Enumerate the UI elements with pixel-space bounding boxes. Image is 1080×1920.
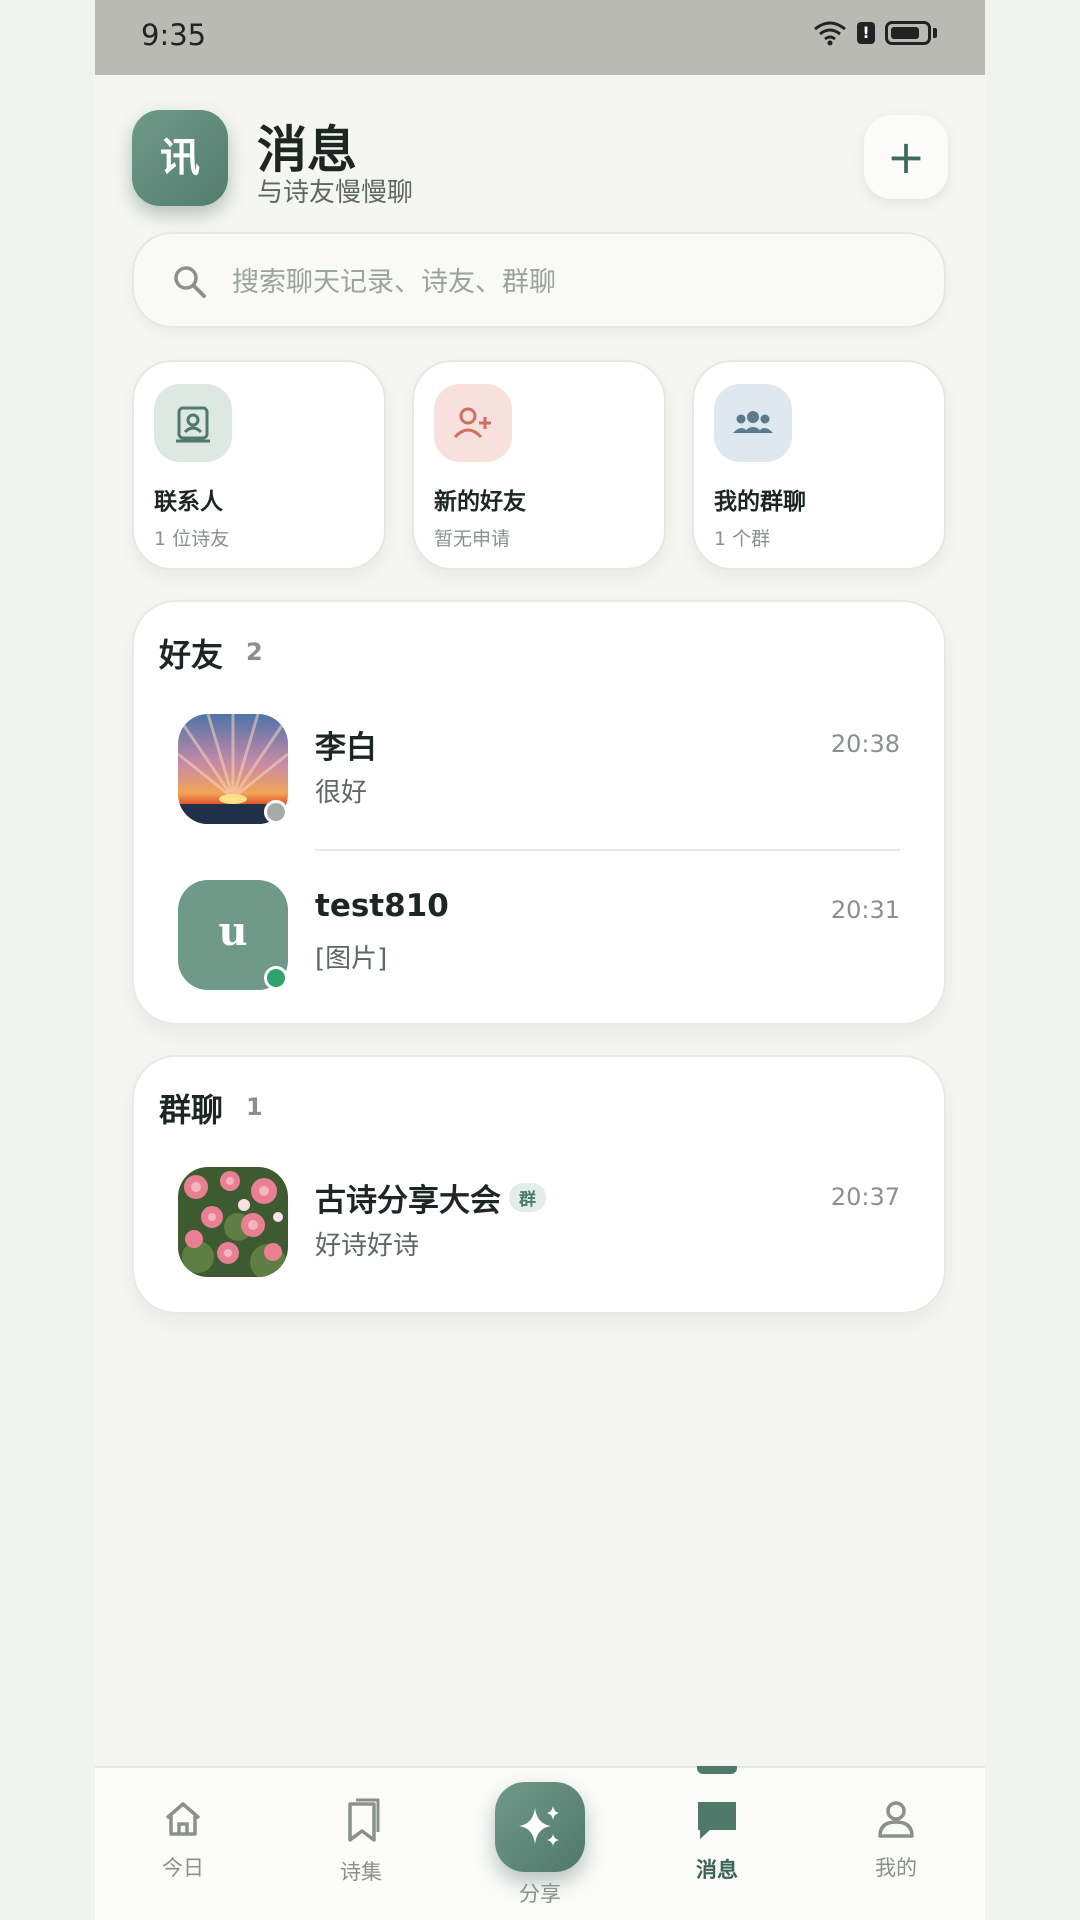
last-message: 很好	[315, 778, 368, 808]
status-icons: !	[813, 20, 937, 46]
section-title: 群聊	[159, 1091, 224, 1129]
group-name: 古诗分享大会	[315, 1183, 501, 1219]
divider	[315, 849, 900, 851]
friends-card: 好友 2 李白 很好 20:38 u test810 [图片] 20:31	[132, 600, 946, 1025]
tab-today[interactable]: 今日	[123, 1798, 243, 1882]
add-user-icon	[434, 384, 512, 462]
home-icon	[165, 1802, 201, 1836]
avatar	[178, 1167, 288, 1277]
battery-icon	[885, 21, 931, 45]
bottom-tab-bar: 今日 诗集 分享 消息 我的	[95, 1766, 985, 1920]
last-message: [图片]	[315, 944, 388, 974]
add-button[interactable]: +	[864, 115, 948, 199]
group-row[interactable]: 古诗分享大会群 好诗好诗 20:37	[178, 1167, 900, 1279]
tab-messages[interactable]: 消息	[657, 1798, 777, 1884]
group-name-wrap: 古诗分享大会群	[315, 1175, 546, 1220]
sparkle-icon	[519, 1806, 559, 1846]
friend-row-libai[interactable]: 李白 很好 20:38	[178, 714, 900, 826]
group-icon	[714, 384, 792, 462]
active-tab-indicator	[697, 1766, 737, 1774]
tab-label: 分享	[519, 1882, 561, 1906]
page-subtitle: 与诗友慢慢聊	[257, 178, 414, 208]
page-header: 讯 消息 与诗友慢慢聊 +	[132, 110, 948, 208]
quick-action-label: 新的好友	[434, 489, 526, 515]
groups-card: 群聊 1 古诗分享大会群 好诗好诗 20:37	[132, 1055, 946, 1314]
friend-row-test810[interactable]: u test810 [图片] 20:31	[178, 880, 900, 992]
group-tag-badge: 群	[509, 1183, 546, 1212]
quick-action-label: 我的群聊	[714, 489, 806, 515]
bookmark-icon	[348, 1798, 380, 1842]
alert-icon: !	[857, 22, 875, 44]
wifi-icon	[814, 21, 846, 46]
message-time: 20:38	[830, 730, 900, 758]
offline-status-dot	[264, 800, 288, 824]
quick-action-contacts[interactable]: 联系人 1 位诗友	[132, 360, 386, 570]
search-icon	[174, 266, 206, 298]
chat-icon	[698, 1802, 736, 1839]
phone-screen: 9:35 ! 讯 消息 与诗友慢慢聊 + 搜索聊天记录、诗友、群聊 联系人 1 …	[95, 0, 985, 1920]
user-icon	[878, 1801, 914, 1838]
battery-tip	[933, 28, 937, 38]
tab-profile[interactable]: 我的	[836, 1798, 956, 1882]
last-message: 好诗好诗	[315, 1231, 420, 1261]
section-title: 好友	[159, 636, 224, 674]
status-bar: 9:35 !	[95, 0, 985, 75]
tab-label: 今日	[162, 1856, 204, 1880]
quick-action-sub: 1 个群	[714, 528, 771, 550]
tab-collection[interactable]: 诗集	[301, 1798, 421, 1886]
quick-action-sub: 1 位诗友	[154, 528, 230, 550]
app-logo: 讯	[132, 110, 228, 206]
section-count: 2	[246, 638, 263, 666]
contact-book-icon	[154, 384, 232, 462]
quick-action-new-friends[interactable]: 新的好友 暂无申请	[412, 360, 666, 570]
quick-action-sub: 暂无申请	[434, 528, 511, 550]
status-time: 9:35	[141, 18, 207, 52]
section-count: 1	[246, 1093, 263, 1121]
search-input[interactable]	[230, 258, 914, 306]
message-time: 20:37	[830, 1183, 900, 1211]
friend-name: test810	[315, 888, 449, 924]
tab-label: 消息	[696, 1858, 738, 1882]
quick-action-label: 联系人	[154, 489, 223, 515]
quick-action-my-groups[interactable]: 我的群聊 1 个群	[692, 360, 946, 570]
tab-label: 诗集	[340, 1860, 382, 1884]
search-bar[interactable]	[132, 232, 946, 328]
friend-name: 李白	[315, 730, 377, 766]
tab-share[interactable]	[495, 1782, 585, 1872]
online-status-dot	[264, 966, 288, 990]
message-time: 20:31	[830, 896, 900, 924]
tab-label: 我的	[875, 1856, 917, 1880]
